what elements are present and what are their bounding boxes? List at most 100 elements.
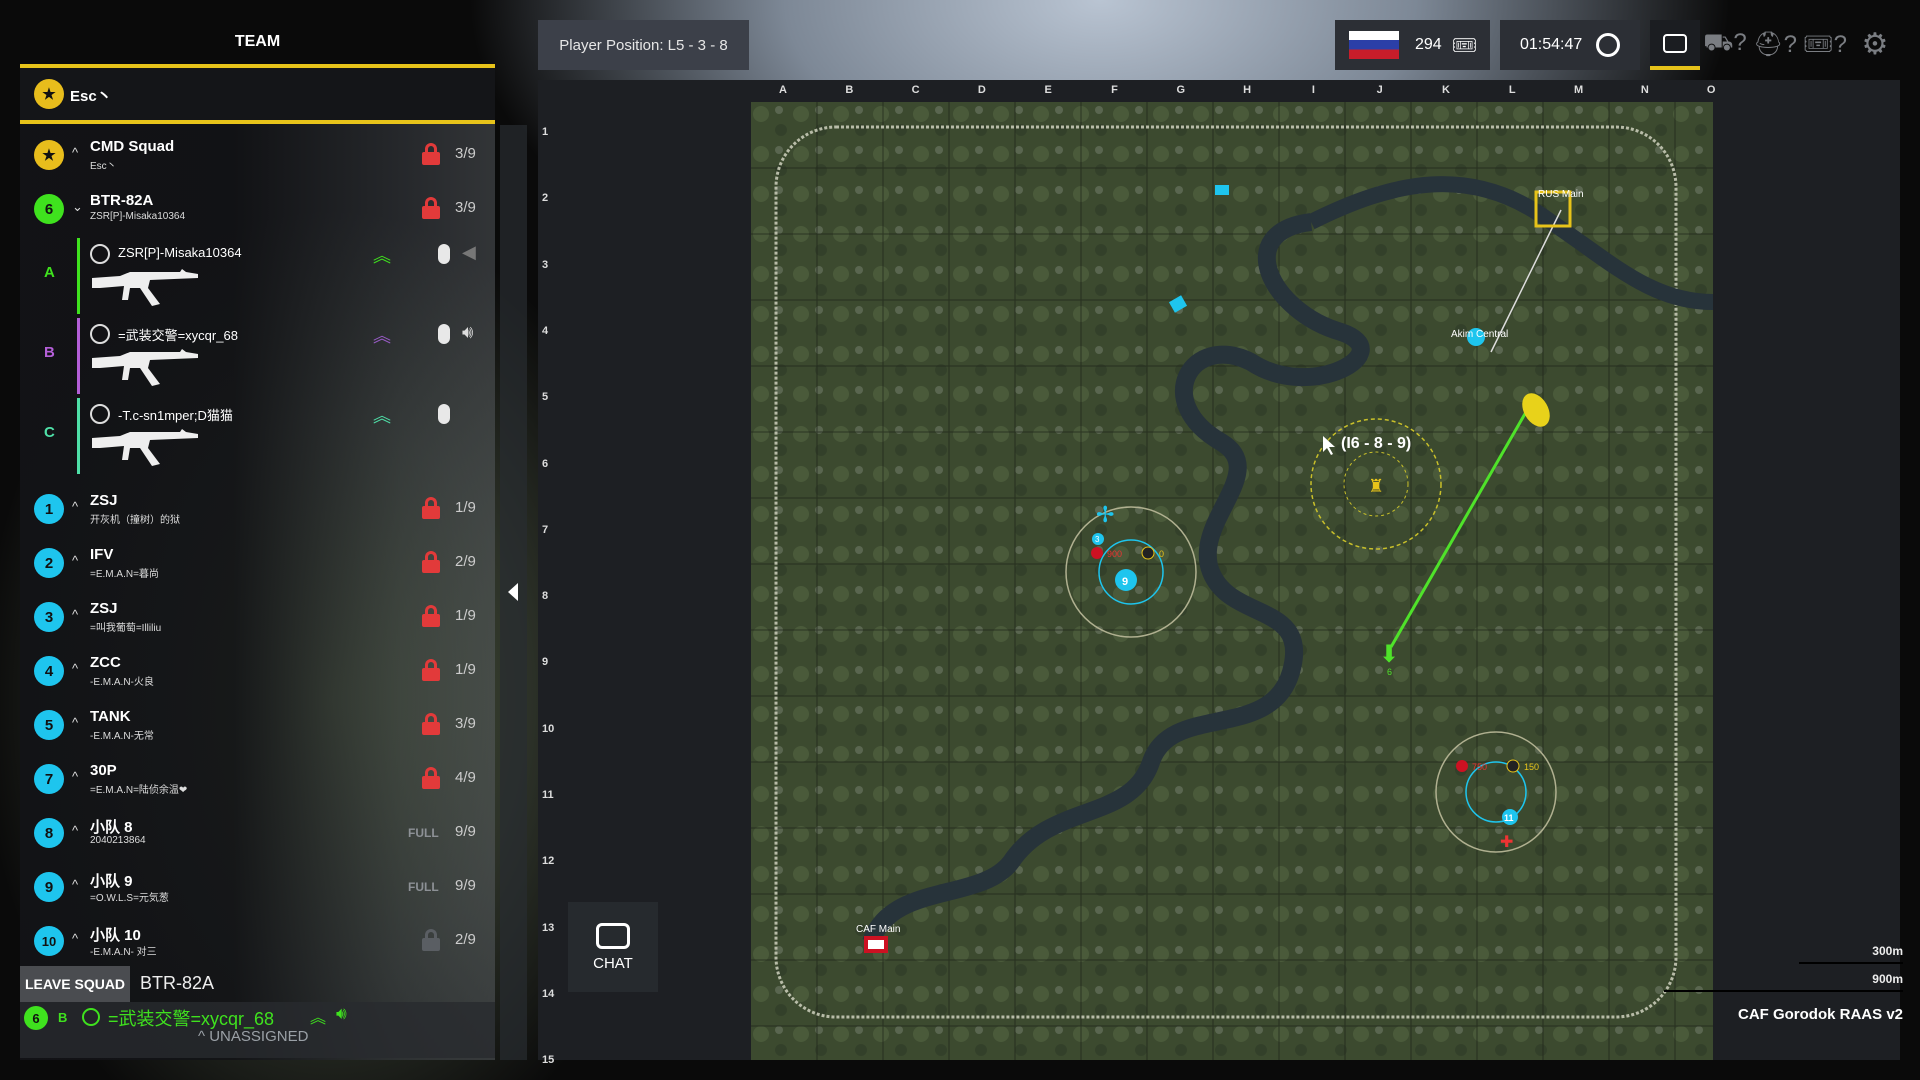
squad-leader: =叫我葡萄=Illiliu [90, 623, 162, 634]
friendly-marker[interactable] [1215, 185, 1229, 195]
grid-row-label: 8 [542, 590, 549, 603]
unlock-icon [422, 929, 440, 951]
ticket-help-icon[interactable]: 🎟? [1803, 24, 1847, 64]
squad-badge: 6 [34, 194, 64, 224]
chat-button[interactable]: CHAT [568, 902, 658, 992]
speaker-icon[interactable]: ◀ [462, 242, 476, 263]
rifle-icon [92, 349, 198, 386]
map-canvas[interactable]: RUS Main Akim Central ♜ (I6 - 8 - 9) 9 9… [751, 102, 1713, 1060]
squad-row[interactable]: 10 ^ 小队 10 -E.M.A.N- 对三 2/9 [20, 914, 495, 968]
crewman-role-icon [90, 244, 110, 264]
chevron-up-icon[interactable]: ^ [72, 715, 78, 730]
chevron-up-icon[interactable]: ^ [72, 145, 78, 160]
ammo-icon [1456, 760, 1468, 772]
chevron-up-icon[interactable]: ^ [72, 607, 78, 622]
grid-column-label: N [1640, 84, 1649, 96]
current-squad-name: BTR-82A [140, 973, 215, 993]
squad-leader: -E.M.A.N-火良 [90, 677, 154, 688]
lock-icon [422, 551, 440, 573]
cursor-coordinates: (I6 - 8 - 9) [1341, 435, 1411, 452]
fob-ammo-count: 900 [1107, 549, 1122, 559]
chevron-up-icon[interactable]: ^ [72, 499, 78, 514]
squad-row[interactable]: ★ ^ CMD Squad Esc丶 3/9 [20, 128, 495, 182]
squad-badge: 10 [34, 926, 64, 956]
grid-column-label: K [1442, 84, 1450, 96]
leave-squad-button[interactable]: LEAVE SQUAD [20, 966, 130, 1002]
squad-count: 2/9 [455, 931, 476, 948]
grid-column-label: L [1508, 84, 1516, 96]
tickets-box: 294 🎟︎ [1335, 20, 1490, 70]
squad-name: IFV [90, 546, 114, 563]
squad-row[interactable]: 7 ^ 30P =E.M.A.N=陆侦余温❤ 4/9 [20, 752, 495, 806]
lock-icon [422, 659, 440, 681]
squad-member-row[interactable]: C -T.c-sn1mper;D猫猫 ︽ [20, 396, 495, 476]
squad-leader: -E.M.A.N-无常 [90, 731, 154, 742]
fob2-squad-number: 11 [1504, 813, 1514, 823]
squad-leader: ZSR[P]-Misaka10364 [90, 211, 186, 222]
chat-bubble-icon [596, 922, 630, 949]
commander-row[interactable]: ★ Esc丶 [20, 68, 495, 120]
helmet-help-icon[interactable]: ⛑? [1753, 24, 1797, 64]
settings-gear-icon[interactable]: ⚙ [1855, 24, 1895, 64]
squad-leader: -E.M.A.N- 对三 [90, 947, 157, 958]
squad-row[interactable]: 9 ^ 小队 9 =O.W.L.S=元気葱 FULL 9/9 [20, 860, 495, 914]
canada-flag-icon[interactable] [864, 936, 888, 953]
squad-row[interactable]: 8 ^ 小队 8 2040213864 FULL 9/9 [20, 806, 495, 860]
grid-column-label: C [911, 84, 920, 96]
chevron-up-icon[interactable]: ^ [72, 661, 78, 676]
speaker-icon[interactable]: 🔊︎ [462, 322, 473, 343]
fireteam-bar [77, 318, 80, 394]
chevron-down-icon[interactable]: ⌄ [72, 199, 83, 215]
squad-count: 1/9 [455, 499, 476, 516]
collapse-panel-strip[interactable] [500, 125, 527, 1060]
squad-row[interactable]: 3 ^ ZSJ =叫我葡萄=Illiliu 1/9 [20, 590, 495, 644]
chevron-up-icon[interactable]: ^ [72, 553, 78, 568]
chevron-up-icon[interactable]: ^ [72, 823, 78, 838]
squad-badge: 7 [34, 764, 64, 794]
squad-leader: =E.M.A.N=暮尚 [90, 569, 159, 580]
helicopter-icon[interactable]: ✢ [1096, 502, 1114, 527]
enemy-marker-icon[interactable]: ✚ [1500, 834, 1513, 851]
chevron-up-icon[interactable]: ^ [72, 877, 78, 892]
squad-row[interactable]: 5 ^ TANK -E.M.A.N-无常 3/9 [20, 698, 495, 752]
rank-chevron-icon: ︽ [310, 1010, 327, 1027]
grid-column-label: J [1376, 84, 1383, 96]
squad-row[interactable]: 6 ⌄ BTR-82A ZSR[P]-Misaka10364 3/9 [20, 182, 495, 236]
grid-column-label: I [1311, 84, 1315, 96]
unassigned-toggle[interactable]: ^ UNASSIGNED [198, 1028, 308, 1045]
squad-name: ZCC [90, 654, 121, 671]
fireteam-letter: B [44, 344, 55, 361]
squad-count: 3/9 [455, 715, 476, 732]
rank-chevron-icon: ︽ [373, 246, 391, 266]
speaker-icon: 🔊︎ [336, 1004, 347, 1023]
squad-row[interactable]: 4 ^ ZCC -E.M.A.N-火良 1/9 [20, 644, 495, 698]
build-hammer-icon [1506, 759, 1520, 773]
map-area[interactable]: ABCDEFGHIJKLMNO 1 2 3 4 5 6 7 8 9 10 11 12 13 14 15 RU… [538, 80, 1903, 1066]
objective-castle-icon[interactable]: ♜ [1368, 476, 1384, 496]
chevron-up-icon[interactable]: ^ [72, 769, 78, 784]
star-icon: ★ [34, 79, 64, 109]
squad-count: 3/9 [455, 145, 476, 162]
member-name: =武装交警=xycqr_68 [118, 328, 238, 343]
chevron-up-icon[interactable]: ^ [72, 931, 78, 946]
scale-bar-large [1664, 990, 1903, 992]
squad-member-row[interactable]: A ZSR[P]-Misaka10364 ︽ ◀ [20, 236, 495, 316]
fob2-ammo-count: 750 [1472, 762, 1487, 772]
grid-column-label: B [845, 84, 854, 96]
timer-box: 01:54:47 [1500, 20, 1640, 70]
rank-chevron-icon: ︽ [373, 326, 391, 346]
squad-member-row[interactable]: B =武装交警=xycqr_68 ︽ 🔊︎ [20, 316, 495, 396]
full-label: FULL [408, 826, 439, 840]
ticket-count: 294 [1415, 36, 1442, 53]
collapse-arrow-icon[interactable] [508, 583, 518, 601]
squad-badge: 5 [34, 710, 64, 740]
squad-row[interactable]: 1 ^ ZSJ 开灰机（撞树）的狱 1/9 [20, 482, 495, 536]
chat-toggle-button[interactable] [1650, 20, 1700, 70]
squad-row[interactable]: 2 ^ IFV =E.M.A.N=暮尚 2/9 [20, 536, 495, 590]
rifle-icon [92, 269, 198, 306]
grid-column-label: D [977, 84, 986, 96]
vehicle-help-icon[interactable]: ⛟? [1703, 24, 1747, 64]
squad-waypoint-icon[interactable]: ⬇ [1379, 641, 1399, 668]
grid-row-label: 10 [542, 722, 555, 735]
squad-count: 9/9 [455, 877, 476, 894]
